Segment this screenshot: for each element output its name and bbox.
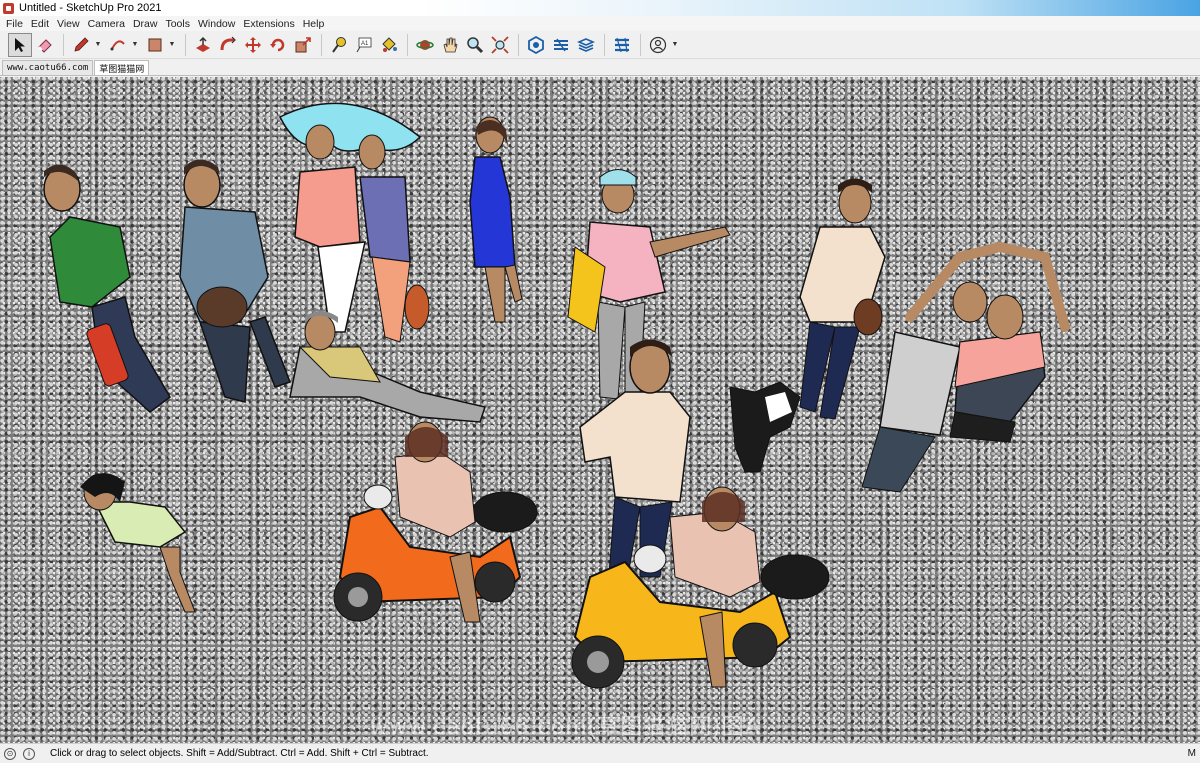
- zoom-extents-icon: [491, 35, 509, 54]
- line-tool-dropdown-icon[interactable]: ▼: [94, 41, 102, 48]
- account-icon: [649, 36, 667, 53]
- follow-me-tool-button[interactable]: [216, 33, 240, 57]
- orbit-tool-button[interactable]: [413, 33, 437, 57]
- arc-icon: [110, 39, 125, 50]
- people-scene: [43, 102, 1070, 689]
- text-tool-label: A1: [361, 41, 369, 47]
- model-viewport[interactable]: www.caotu66.com(草图猫猫网)图A: [0, 77, 1200, 743]
- person-umbrella-couple: [278, 102, 430, 343]
- tape-measure-icon: [332, 36, 346, 53]
- menu-view[interactable]: View: [53, 18, 84, 30]
- 3d-warehouse-icon: [528, 35, 544, 54]
- eraser-icon: [38, 38, 52, 53]
- arrow-cursor-icon: [15, 37, 25, 52]
- scene-tabs: www.caotu66.com 草图猫猫网: [0, 59, 1200, 76]
- extension-warehouse-icon: [554, 38, 568, 51]
- rectangle-icon: [148, 38, 162, 51]
- toolbar-separator: [518, 33, 519, 56]
- person-heart-couple: [861, 241, 1070, 493]
- eraser-tool-button[interactable]: [33, 33, 57, 57]
- line-tool-button[interactable]: [69, 33, 93, 57]
- push-pull-tool-button[interactable]: [191, 33, 215, 57]
- rectangle-tool-button[interactable]: [143, 33, 167, 57]
- measurements-label: M: [1187, 748, 1196, 759]
- follow-me-icon: [220, 36, 236, 50]
- scooter-orange: [333, 421, 538, 623]
- orbit-icon: [416, 39, 434, 50]
- person-running-girl: [80, 473, 196, 613]
- select-tool-button[interactable]: [8, 32, 32, 57]
- move-icon: [245, 36, 261, 53]
- extension-manager-tool-button[interactable]: [610, 33, 634, 57]
- warehouse-tool-button[interactable]: [524, 33, 548, 57]
- tape-measure-tool-button[interactable]: [327, 33, 351, 57]
- arc-tool-button[interactable]: [106, 33, 130, 57]
- paint-bucket-icon: [382, 36, 397, 52]
- zoom-icon: [467, 36, 484, 53]
- pencil-icon: [74, 36, 89, 52]
- person-green-shirt: [43, 164, 171, 413]
- scale-icon: [295, 36, 311, 52]
- person-blue-dress: [469, 116, 523, 323]
- extension-manager-icon: [615, 37, 629, 52]
- pan-tool-button[interactable]: [438, 33, 462, 57]
- rectangle-tool-dropdown-icon[interactable]: ▼: [168, 41, 176, 48]
- rotate-icon: [270, 38, 285, 51]
- arc-tool-dropdown-icon[interactable]: ▼: [131, 41, 139, 48]
- tab-scene-1[interactable]: www.caotu66.com: [2, 60, 94, 75]
- menu-camera[interactable]: Camera: [84, 18, 129, 30]
- extension-warehouse-tool-button[interactable]: [549, 33, 573, 57]
- menu-window[interactable]: Window: [194, 18, 239, 30]
- main-toolbar: ▼ ▼ ▼ A1 ▼: [0, 31, 1200, 59]
- menu-file[interactable]: File: [2, 18, 27, 30]
- person-blue-shirt: [179, 159, 291, 403]
- toolbar-separator: [407, 33, 408, 56]
- scooter-yellow: [571, 486, 830, 689]
- menu-help[interactable]: Help: [299, 18, 329, 30]
- scale-tool-button[interactable]: [291, 33, 315, 57]
- toolbar-separator: [604, 33, 605, 56]
- info-icon[interactable]: i: [23, 747, 35, 760]
- sketchup-app-icon: [3, 2, 14, 14]
- toolbar-separator: [640, 33, 641, 56]
- move-tool-button[interactable]: [241, 33, 265, 57]
- toolbar-separator: [185, 33, 186, 56]
- toolbar-separator: [321, 33, 322, 56]
- status-bar: ⊙ i Click or drag to select objects. Shi…: [0, 743, 1200, 763]
- watermark-text: www.caotu66.com(草图猫猫网)图A: [370, 715, 761, 740]
- layout-tool-button[interactable]: [574, 33, 598, 57]
- tab-scene-2[interactable]: 草图猫猫网: [94, 60, 150, 75]
- zoom-tool-button[interactable]: [463, 33, 487, 57]
- toolbar-separator: [63, 33, 64, 56]
- zoom-extents-tool-button[interactable]: [488, 33, 512, 57]
- status-hint: Click or drag to select objects. Shift =…: [50, 748, 429, 759]
- pan-hand-icon: [443, 37, 458, 52]
- menu-tools[interactable]: Tools: [161, 18, 194, 30]
- paint-bucket-tool-button[interactable]: [377, 33, 401, 57]
- menu-extensions[interactable]: Extensions: [239, 18, 298, 30]
- layout-icon: [577, 37, 595, 52]
- account-dropdown-icon[interactable]: ▼: [671, 41, 679, 48]
- rotate-tool-button[interactable]: [266, 33, 290, 57]
- push-pull-icon: [196, 36, 210, 52]
- title-bar: Untitled - SketchUp Pro 2021: [0, 0, 1200, 16]
- text-tool-button[interactable]: A1: [352, 33, 376, 57]
- person-beige-shirt-right: [799, 178, 886, 420]
- dog: [729, 381, 801, 473]
- menu-bar: File Edit View Camera Draw Tools Window …: [0, 16, 1200, 31]
- account-tool-button[interactable]: [646, 33, 670, 57]
- window-title: Untitled - SketchUp Pro 2021: [19, 2, 162, 14]
- text-icon: A1: [356, 37, 372, 52]
- menu-edit[interactable]: Edit: [27, 18, 53, 30]
- menu-draw[interactable]: Draw: [129, 18, 162, 30]
- geolocation-icon[interactable]: ⊙: [4, 747, 16, 760]
